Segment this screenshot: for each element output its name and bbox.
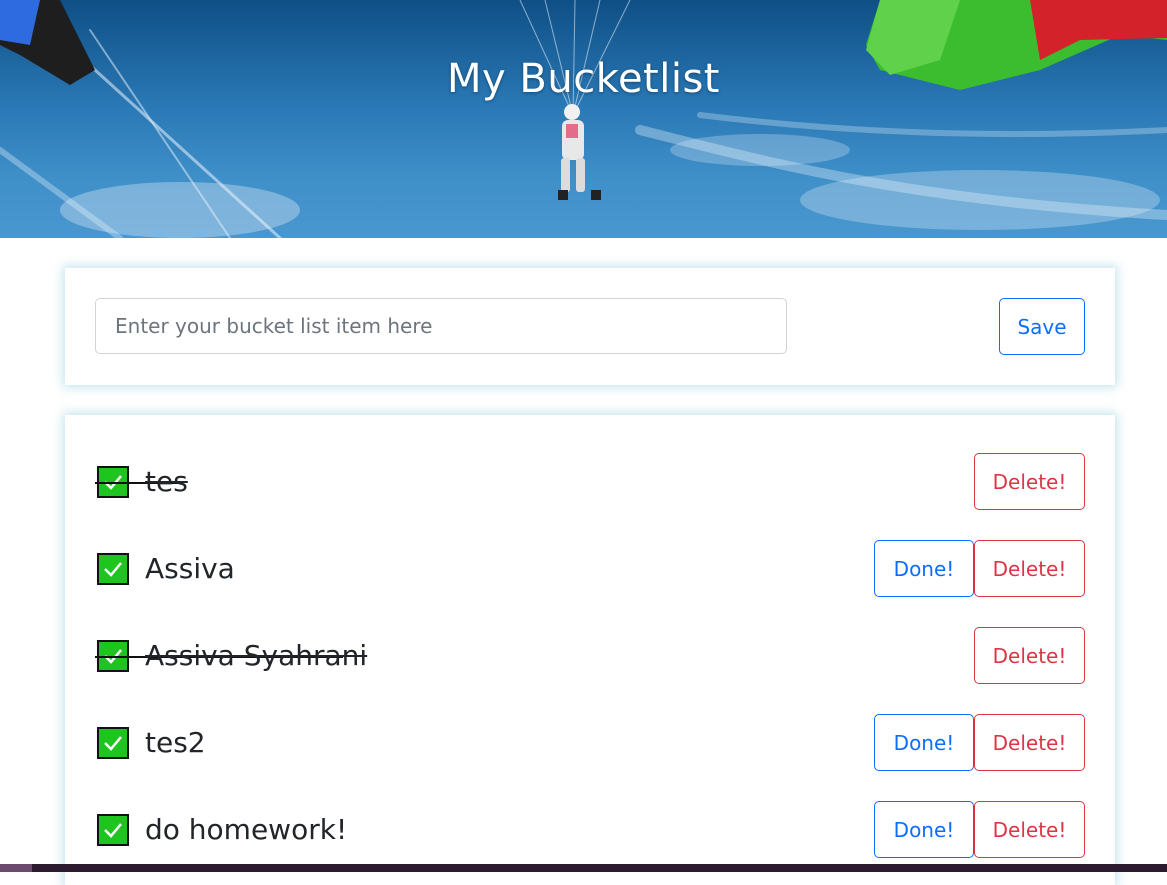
taskbar-tab bbox=[0, 864, 32, 872]
delete-button[interactable]: Delete! bbox=[974, 801, 1085, 858]
list-item: tes2 Done! Delete! bbox=[65, 714, 1115, 771]
hero-banner: My Bucketlist bbox=[0, 0, 1167, 238]
checkmark-icon bbox=[97, 727, 129, 759]
taskbar bbox=[0, 864, 1167, 872]
list-item-text: tes bbox=[145, 465, 188, 498]
list-item: do homework! Done! Delete! bbox=[65, 801, 1115, 858]
list-item: tes Delete! bbox=[65, 453, 1115, 510]
save-button[interactable]: Save bbox=[999, 298, 1085, 355]
list-item-text: do homework! bbox=[145, 813, 348, 846]
done-button[interactable]: Done! bbox=[874, 801, 974, 858]
hero-background-image bbox=[0, 0, 1167, 238]
list-item-text: tes2 bbox=[145, 726, 206, 759]
list-item: Assiva Done! Delete! bbox=[65, 540, 1115, 597]
bucket-list-card: tes Delete! Assiva Done! Delete! Assiva … bbox=[65, 415, 1115, 885]
delete-button[interactable]: Delete! bbox=[974, 540, 1085, 597]
done-button[interactable]: Done! bbox=[874, 540, 974, 597]
delete-button[interactable]: Delete! bbox=[974, 714, 1085, 771]
delete-button[interactable]: Delete! bbox=[974, 627, 1085, 684]
checkmark-icon bbox=[97, 553, 129, 585]
checkmark-icon bbox=[97, 814, 129, 846]
done-button[interactable]: Done! bbox=[874, 714, 974, 771]
bucket-item-input[interactable] bbox=[95, 298, 787, 354]
list-item-text: Assiva Syahrani bbox=[145, 639, 368, 672]
list-item-text: Assiva bbox=[145, 552, 235, 585]
list-item: Assiva Syahrani Delete! bbox=[65, 627, 1115, 684]
add-item-card: Save bbox=[65, 268, 1115, 385]
page-title: My Bucketlist bbox=[447, 56, 720, 102]
delete-button[interactable]: Delete! bbox=[974, 453, 1085, 510]
